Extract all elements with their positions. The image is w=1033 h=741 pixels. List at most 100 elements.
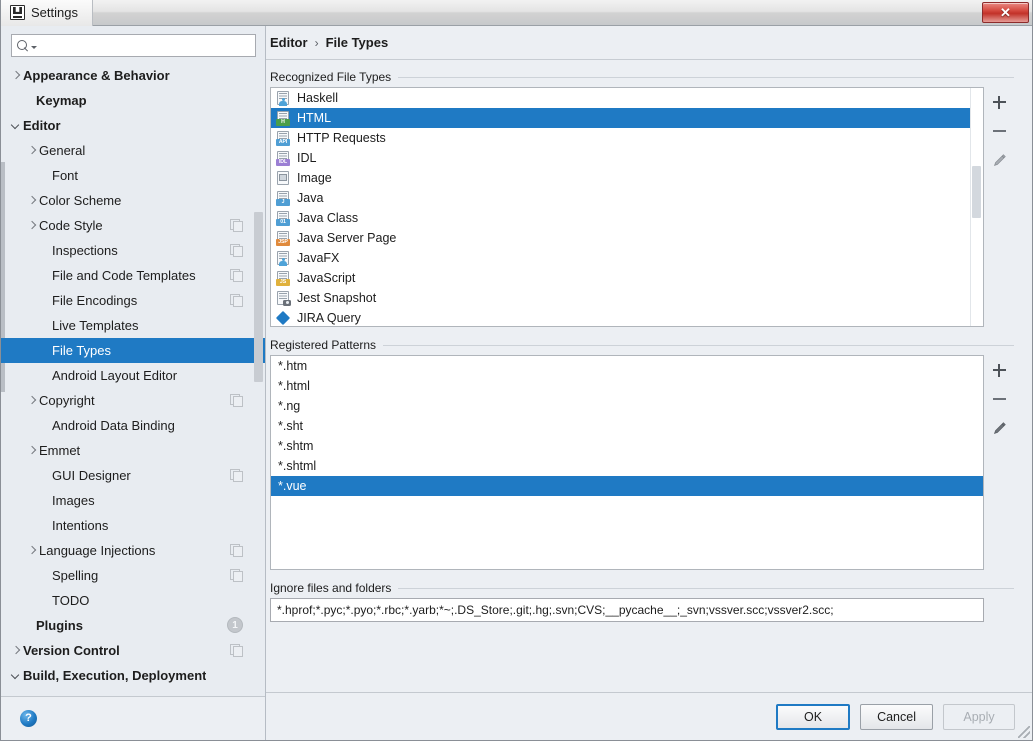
file-type-label: JIRA Query — [297, 311, 361, 325]
search-input[interactable] — [39, 36, 255, 55]
sidebar-item-todo[interactable]: TODO — [1, 588, 265, 613]
sidebar-item-android-layout-editor[interactable]: Android Layout Editor — [1, 363, 265, 388]
sidebar-item-color-scheme[interactable]: Color Scheme — [1, 188, 265, 213]
add-file-type-button[interactable] — [990, 93, 1009, 112]
tree-indent-spacer — [38, 469, 51, 482]
table-row[interactable]: JSPJava Server Page — [271, 228, 983, 248]
file-types-list[interactable]: HaskellHHTMLAPIHTTP RequestsIDLIDLImageJ… — [270, 87, 984, 327]
sidebar-item-file-encodings[interactable]: File Encodings — [1, 288, 265, 313]
help-icon[interactable]: ? — [20, 710, 37, 727]
copy-icon — [230, 644, 242, 656]
table-row[interactable]: JSJavaScript — [271, 268, 983, 288]
chevron-right-icon[interactable] — [25, 194, 38, 207]
patterns-list[interactable]: *.htm*.html *.ng *.sht*.shtm*.shtml *.vue — [270, 355, 984, 570]
sidebar-item-android-data-binding[interactable]: Android Data Binding — [1, 413, 265, 438]
sidebar-item-images[interactable]: Images — [1, 488, 265, 513]
divider — [383, 345, 1014, 346]
chevron-right-icon[interactable] — [25, 444, 38, 457]
breadcrumb-parent[interactable]: Editor — [270, 35, 308, 50]
table-row[interactable]: Image — [271, 168, 983, 188]
chevron-right-icon: › — [315, 36, 319, 50]
list-item[interactable]: *.sht — [271, 416, 983, 436]
table-row[interactable]: HHTML — [271, 108, 983, 128]
file-types-scrollbar[interactable] — [970, 88, 983, 326]
chevron-right-icon[interactable] — [25, 144, 38, 157]
table-row[interactable]: JIRA Query — [271, 308, 983, 327]
table-row[interactable]: JJava — [271, 188, 983, 208]
add-pattern-button[interactable] — [990, 361, 1009, 380]
remove-file-type-button[interactable] — [990, 122, 1009, 141]
sidebar-item-file-types[interactable]: File Types — [1, 338, 265, 363]
sidebar-item-intentions[interactable]: Intentions — [1, 513, 265, 538]
javascript-file-icon: JS — [276, 271, 291, 286]
sidebar-item-label: General — [39, 143, 85, 158]
sidebar-item-general[interactable]: General — [1, 138, 265, 163]
sidebar-item-build-execution-deployment[interactable]: Build, Execution, Deployment — [1, 663, 265, 688]
chevron-right-icon[interactable] — [9, 69, 22, 82]
copy-icon — [230, 394, 242, 406]
sidebar-item-spelling[interactable]: Spelling — [1, 563, 265, 588]
recognized-file-types-label: Recognized File Types — [270, 70, 1014, 84]
chevron-down-icon[interactable] — [9, 669, 22, 682]
sidebar-item-file-and-code-templates[interactable]: File and Code Templates — [1, 263, 265, 288]
table-row[interactable]: Haskell — [271, 88, 983, 108]
edit-file-type-button[interactable] — [990, 151, 1009, 170]
sidebar-item-version-control[interactable]: Version Control — [1, 638, 265, 663]
sidebar-item-appearance-behavior[interactable]: Appearance & Behavior — [1, 63, 265, 88]
sidebar-item-label: Language Injections — [39, 543, 155, 558]
sidebar-item-label: Color Scheme — [39, 193, 121, 208]
ignore-files-input[interactable] — [270, 598, 984, 622]
chevron-right-icon[interactable] — [25, 394, 38, 407]
chevron-down-icon[interactable] — [9, 119, 22, 132]
sidebar-item-copyright[interactable]: Copyright — [1, 388, 265, 413]
settings-content-panel: Editor › File Types Recognized File Type… — [266, 26, 1032, 740]
settings-tree[interactable]: Appearance & BehaviorKeymapEditor General… — [1, 62, 265, 696]
resize-grip[interactable] — [1018, 726, 1030, 738]
sidebar-scrollbar-thumb[interactable] — [254, 212, 263, 382]
table-row[interactable]: 01Java Class — [271, 208, 983, 228]
sidebar-item-label: Intentions — [52, 518, 108, 533]
pattern-label: *.ng — [278, 399, 300, 413]
list-item[interactable]: *.vue — [271, 476, 983, 496]
close-button[interactable]: ✕ — [982, 2, 1029, 23]
list-item[interactable]: *.htm — [271, 356, 983, 376]
sidebar-item-label: Inspections — [52, 243, 118, 258]
table-row[interactable]: JavaFX — [271, 248, 983, 268]
sidebar-item-keymap[interactable]: Keymap — [1, 88, 265, 113]
remove-pattern-button[interactable] — [990, 390, 1009, 409]
apply-button[interactable]: Apply — [943, 704, 1015, 730]
search-icon — [17, 40, 29, 52]
cancel-button[interactable]: Cancel — [860, 704, 933, 730]
sidebar-item-plugins[interactable]: Plugins1 — [1, 613, 265, 638]
pattern-label: *.vue — [278, 479, 307, 493]
camera-overlay-icon — [283, 300, 291, 306]
search-box[interactable] — [11, 34, 256, 57]
sidebar-item-gui-designer[interactable]: GUI Designer — [1, 463, 265, 488]
sidebar-item-editor[interactable]: Editor — [1, 113, 265, 138]
chevron-right-icon[interactable] — [25, 544, 38, 557]
sidebar-item-live-templates[interactable]: Live Templates — [1, 313, 265, 338]
sidebar-item-font[interactable]: Font — [1, 163, 265, 188]
tree-indent-spacer — [38, 344, 51, 357]
table-row[interactable]: APIHTTP Requests — [271, 128, 983, 148]
divider — [398, 77, 1014, 78]
chevron-right-icon[interactable] — [25, 219, 38, 232]
sidebar-item-language-injections[interactable]: Language Injections — [1, 538, 265, 563]
file-lines-shape — [279, 293, 287, 299]
list-item[interactable]: *.html — [271, 376, 983, 396]
sidebar-item-code-style[interactable]: Code Style — [1, 213, 265, 238]
ok-button[interactable]: OK — [776, 704, 850, 730]
file-types-scrollbar-thumb[interactable] — [972, 166, 981, 218]
list-item[interactable]: *.ng — [271, 396, 983, 416]
file-type-tag: J — [276, 199, 290, 206]
table-row[interactable]: IDLIDL — [271, 148, 983, 168]
sidebar-item-emmet[interactable]: Emmet — [1, 438, 265, 463]
javafx-file-icon — [276, 251, 291, 266]
list-item[interactable]: *.shtml — [271, 456, 983, 476]
sidebar-item-inspections[interactable]: Inspections — [1, 238, 265, 263]
chevron-right-icon[interactable] — [9, 644, 22, 657]
title-bar: Settings ✕ — [1, 0, 1032, 26]
edit-pattern-button[interactable] — [990, 419, 1009, 438]
list-item[interactable]: *.shtm — [271, 436, 983, 456]
table-row[interactable]: Jest Snapshot — [271, 288, 983, 308]
